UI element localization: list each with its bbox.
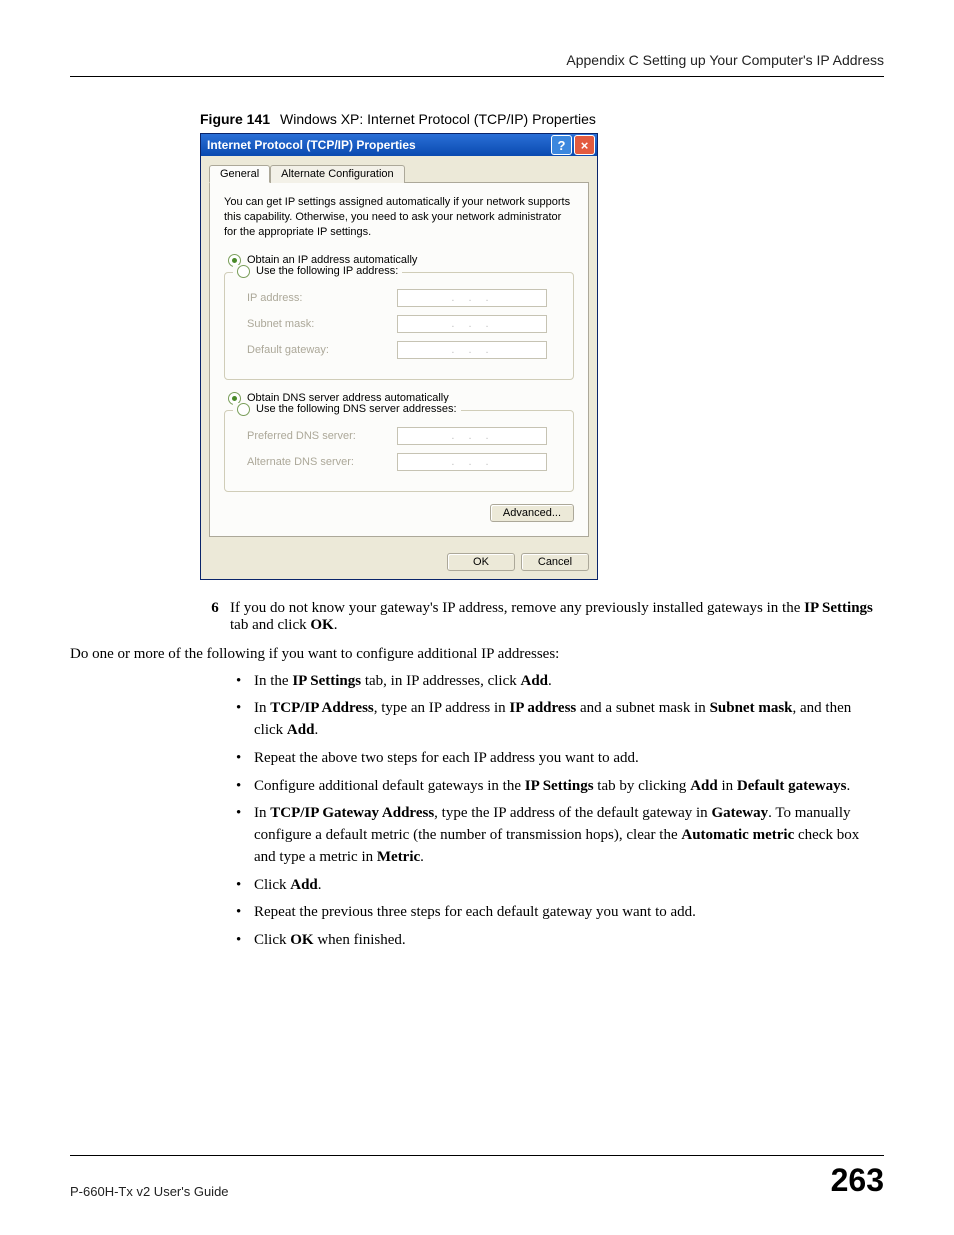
list-item: In the IP Settings tab, in IP addresses,… — [236, 671, 884, 693]
step6-text-b: tab and click — [230, 617, 310, 633]
label-ip-address: IP address: — [247, 292, 397, 304]
radio-use-following-ip-label: Use the following IP address: — [256, 265, 398, 277]
label-alternate-dns: Alternate DNS server: — [247, 456, 397, 468]
label-preferred-dns: Preferred DNS server: — [247, 430, 397, 442]
tcpip-properties-dialog: Internet Protocol (TCP/IP) Properties ? … — [200, 133, 598, 580]
list-item: Click OK when finished. — [236, 930, 884, 952]
ok-button[interactable]: OK — [447, 553, 515, 571]
radio-icon[interactable] — [237, 403, 250, 416]
radio-use-following-dns-label: Use the following DNS server addresses: — [256, 403, 457, 415]
dialog-titlebar: Internet Protocol (TCP/IP) Properties ? … — [201, 134, 597, 156]
input-preferred-dns[interactable]: ... — [397, 427, 547, 445]
cancel-button[interactable]: Cancel — [521, 553, 589, 571]
list-item: In TCP/IP Address, type an IP address in… — [236, 698, 884, 742]
step6-bold-b: OK — [310, 617, 333, 633]
step-number: 6 — [200, 600, 230, 634]
list-item: In TCP/IP Gateway Address, type the IP a… — [236, 803, 884, 868]
radio-icon[interactable] — [237, 265, 250, 278]
bullet-list: In the IP Settings tab, in IP addresses,… — [236, 671, 884, 952]
list-item: Repeat the above two steps for each IP a… — [236, 748, 884, 770]
input-alternate-dns[interactable]: ... — [397, 453, 547, 471]
input-default-gateway[interactable]: ... — [397, 341, 547, 359]
page-header-appendix: Appendix C Setting up Your Computer's IP… — [70, 52, 884, 68]
figure-caption-text: Windows XP: Internet Protocol (TCP/IP) P… — [280, 111, 596, 127]
tab-alternate-configuration[interactable]: Alternate Configuration — [270, 165, 405, 183]
figure-label: Figure 141 — [200, 111, 270, 127]
step6-bold-a: IP Settings — [804, 600, 873, 616]
tab-general[interactable]: General — [209, 165, 270, 183]
figure-caption: Figure 141 Windows XP: Internet Protocol … — [200, 111, 884, 127]
input-subnet-mask[interactable]: ... — [397, 315, 547, 333]
advanced-button[interactable]: Advanced... — [490, 504, 574, 522]
page-number: 263 — [831, 1162, 884, 1199]
help-icon[interactable]: ? — [551, 135, 572, 155]
label-subnet-mask: Subnet mask: — [247, 318, 397, 330]
step6-text-a: If you do not know your gateway's IP add… — [230, 600, 804, 616]
footer-rule — [70, 1155, 884, 1156]
step-6: 6 If you do not know your gateway's IP a… — [200, 600, 884, 634]
input-ip-address[interactable]: ... — [397, 289, 547, 307]
header-rule — [70, 76, 884, 77]
list-item: Repeat the previous three steps for each… — [236, 902, 884, 924]
list-item: Configure additional default gateways in… — [236, 776, 884, 798]
list-item: Click Add. — [236, 875, 884, 897]
intro-text: Do one or more of the following if you w… — [70, 646, 884, 663]
tabs: General Alternate Configuration — [209, 165, 589, 183]
label-default-gateway: Default gateway: — [247, 344, 397, 356]
dialog-title: Internet Protocol (TCP/IP) Properties — [207, 138, 551, 152]
footer-guide: P-660H-Tx v2 User's Guide — [70, 1184, 229, 1199]
dialog-description: You can get IP settings assigned automat… — [224, 195, 574, 240]
step6-text-c: . — [334, 617, 338, 633]
close-icon[interactable]: × — [574, 135, 595, 155]
